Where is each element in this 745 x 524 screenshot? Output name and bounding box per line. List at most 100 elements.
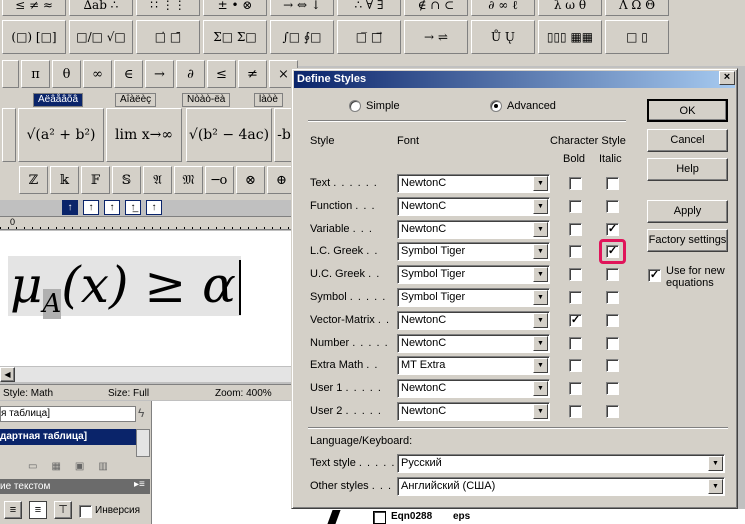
palette-button[interactable]: □̇ □̄ [136,20,200,54]
template-button[interactable]: √(b² − 4ac) [186,108,272,162]
close-button[interactable]: × [719,71,735,85]
font-select[interactable]: Symbol Tiger ▼ [397,265,550,285]
small-bar-button[interactable]: θ [52,60,81,88]
template-button[interactable]: lim x→∞ [106,108,182,162]
palette-button[interactable]: (□) [□] [2,20,66,54]
font-select[interactable]: MT Extra ▼ [397,356,550,376]
bold-checkbox[interactable] [569,291,582,304]
use-new-equations-checkbox[interactable]: ✓ [648,269,661,282]
palette-tab[interactable]: Aëâåâõâ [33,93,84,107]
align-center-icon[interactable]: ≡ [29,501,47,519]
chevron-down-icon[interactable]: ▼ [533,244,548,260]
chevron-down-icon[interactable]: ▼ [708,479,723,494]
align-right-icon[interactable]: ⊤ [54,501,72,519]
small-bar-button[interactable]: ℤ [19,166,48,194]
palette-button[interactable]: ∉ ∩ ⊂ [404,0,468,16]
palette-tab[interactable]: Nòàò-ëà [182,93,231,107]
italic-checkbox[interactable] [606,405,619,418]
italic-checkbox[interactable] [606,359,619,373]
size-button[interactable]: ↑ [146,200,162,215]
palette-tab[interactable]: làòè [254,93,283,107]
small-bar-button[interactable]: ≤ [207,60,236,88]
bold-checkbox[interactable] [569,382,582,396]
small-bar-button[interactable]: 𝔐 [174,166,203,194]
small-bar-button[interactable]: 𝕊 [112,166,141,194]
bold-checkbox[interactable] [569,199,582,213]
small-bar-button[interactable]: ⊗ [236,166,265,194]
chevron-down-icon[interactable]: ▼ [533,404,548,419]
bold-checkbox[interactable] [569,336,582,350]
size-button[interactable]: ↑ [62,200,78,215]
chevron-down-icon[interactable]: ▼ [533,358,548,374]
font-select[interactable]: Symbol Tiger ▼ [397,242,550,262]
size-button[interactable]: ↑ [83,200,99,215]
palette-button[interactable]: ∆ab ∴ [69,0,133,16]
chevron-down-icon[interactable]: ▼ [533,176,548,191]
palette-button[interactable]: □ ▯ [605,20,669,54]
italic-checkbox[interactable] [606,199,619,213]
bold-checkbox[interactable]: ✓ [569,313,582,327]
palette-button[interactable]: ▯▯▯ ▦▦ [538,20,602,54]
palette-button[interactable]: ∷ ⋮⋮ [136,0,200,16]
ok-button[interactable]: OK [647,99,728,122]
panel-item-2[interactable]: дартная таблица] [0,429,136,445]
italic-checkbox[interactable] [606,336,619,350]
chevron-down-icon[interactable]: ▼ [533,312,548,328]
font-select[interactable]: NewtonC ▼ [397,219,550,239]
chevron-down-icon[interactable]: ▼ [533,198,548,214]
align-left-icon[interactable]: ≡ [4,501,22,519]
template-button[interactable]: √(a² + b²) [18,108,104,162]
help-button[interactable]: Help [647,158,728,181]
font-select[interactable]: NewtonC ▼ [397,196,550,216]
chevron-down-icon[interactable]: ▼ [533,381,548,397]
apply-button[interactable]: Apply [647,200,728,223]
text-style-select[interactable]: Русский ▼ [397,454,725,473]
italic-checkbox[interactable] [606,382,619,396]
panel-scrollbar[interactable] [136,429,150,457]
invert-checkbox[interactable] [79,505,92,518]
font-select[interactable]: NewtonC ▼ [397,174,550,193]
bold-checkbox[interactable] [569,222,582,236]
italic-checkbox[interactable] [606,177,619,190]
small-bar-button[interactable]: ∂ [176,60,205,88]
file-checkbox[interactable] [373,511,386,524]
small-bar-button[interactable]: ─o [205,166,234,194]
palette-tab[interactable]: Aîàëèç [115,93,157,107]
font-select[interactable]: NewtonC ▼ [397,402,550,421]
bold-checkbox[interactable] [569,359,582,373]
font-select[interactable]: NewtonC ▼ [397,333,550,353]
radio-advanced[interactable] [490,100,502,112]
chevron-down-icon[interactable]: ▼ [533,335,548,351]
italic-checkbox[interactable]: ✓ [606,222,619,236]
italic-checkbox[interactable] [606,291,619,304]
palette-button[interactable]: → ⇔ ↓ [270,0,334,16]
chevron-down-icon[interactable]: ▼ [533,290,548,305]
small-bar-button[interactable]: ∞ [83,60,112,88]
radio-simple[interactable] [349,100,361,112]
small-bar-button[interactable]: 𝕜 [50,166,79,194]
palette-button[interactable]: □/□ √□ [69,20,133,54]
small-bar-button[interactable]: π [21,60,50,88]
chevron-down-icon[interactable]: ▼ [533,267,548,283]
horizontal-scrollbar[interactable]: ◀ [0,366,295,382]
palette-button[interactable]: Σ□ Σ□ [203,20,267,54]
lightning-icon[interactable]: ϟ [138,406,144,420]
other-styles-select[interactable]: Английский (США) ▼ [397,477,725,496]
bold-checkbox[interactable] [569,268,582,282]
chevron-down-icon[interactable]: ▼ [533,221,548,237]
font-select[interactable]: NewtonC ▼ [397,310,550,330]
palette-button[interactable]: ≤ ≠ ≈ [2,0,66,16]
small-bar-button[interactable]: 𝔄 [143,166,172,194]
size-button[interactable]: ↑ [104,200,120,215]
font-select[interactable]: Symbol Tiger ▼ [397,288,550,307]
italic-checkbox[interactable] [606,313,619,327]
chevron-down-icon[interactable]: ▼ [708,456,723,471]
palette-button[interactable]: ± • ⊗ [203,0,267,16]
size-button[interactable]: ↑̲ [125,200,141,215]
palette-button[interactable]: Ů Ų [471,20,535,54]
font-select[interactable]: NewtonC ▼ [397,379,550,399]
bold-checkbox[interactable] [569,177,582,190]
palette-button[interactable]: ∫□ ∮□ [270,20,334,54]
palette-button[interactable]: ∂ ∞ ℓ [471,0,535,16]
bold-checkbox[interactable] [569,245,582,259]
